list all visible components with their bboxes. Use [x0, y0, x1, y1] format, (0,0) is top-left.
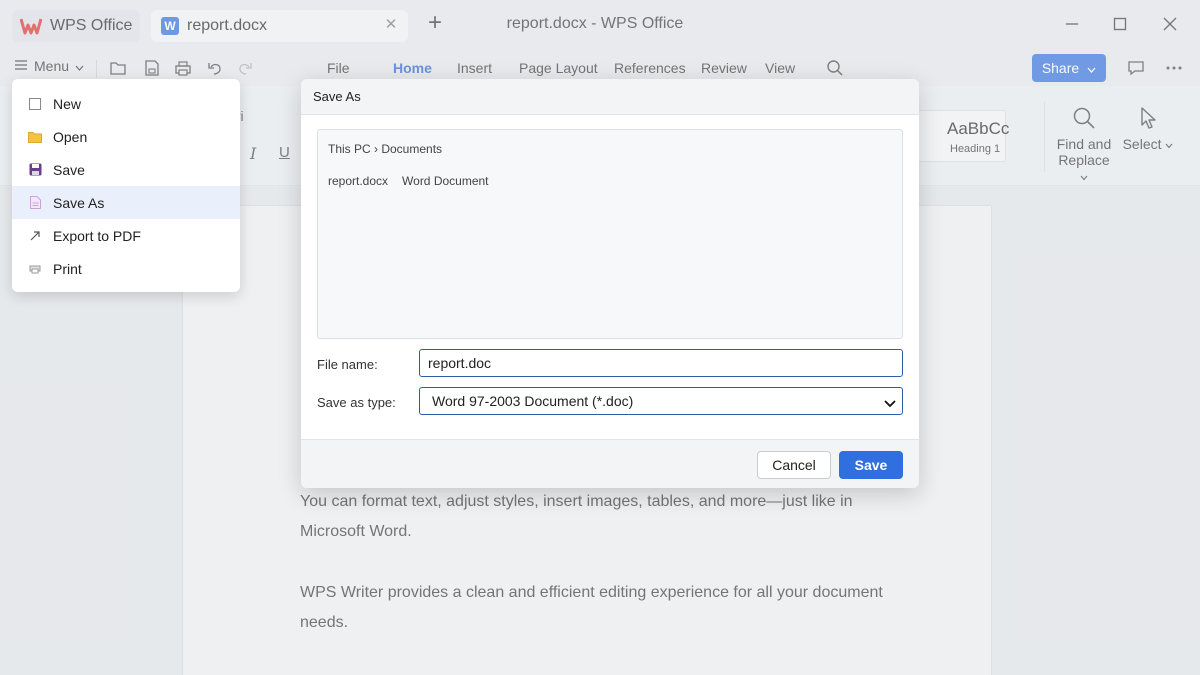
dialog-header[interactable]: Save As	[301, 79, 919, 115]
file-name-input[interactable]	[419, 349, 903, 377]
menu-item-label: Export to PDF	[53, 227, 141, 244]
folder-icon	[28, 130, 42, 144]
menu-item-open[interactable]: Open	[12, 120, 240, 153]
file-browser-panel[interactable]: This PC › Documents report.docx Word Doc…	[317, 129, 903, 339]
dialog-title: Save As	[313, 89, 361, 104]
file-name-cell: report.docx	[328, 174, 389, 188]
floppy-disk-icon	[28, 163, 42, 177]
menu-item-export-pdf[interactable]: Export to PDF	[12, 219, 240, 252]
save-as-dialog: Save As This PC › Documents report.docx …	[301, 79, 919, 488]
menu-item-save-as[interactable]: Save As	[12, 186, 240, 219]
location-breadcrumb[interactable]: This PC › Documents	[328, 142, 442, 156]
menu-item-print[interactable]: Print	[12, 252, 240, 285]
file-list-item[interactable]: report.docx Word Document	[328, 174, 489, 188]
save-button[interactable]: Save	[839, 451, 903, 479]
menu-item-label: New	[53, 95, 82, 112]
menu-item-label: Print	[53, 260, 82, 277]
menu-item-new[interactable]: New	[12, 87, 240, 120]
document-icon	[28, 196, 42, 210]
file-name-label: File name:	[317, 357, 378, 372]
blank-page-icon	[28, 97, 42, 111]
cancel-button[interactable]: Cancel	[757, 451, 831, 479]
chevron-down-icon	[884, 396, 896, 412]
file-type-cell: Word Document	[402, 174, 489, 188]
menu-item-label: Save As	[53, 194, 105, 211]
printer-icon	[28, 262, 42, 276]
save-type-label: Save as type:	[317, 395, 396, 410]
menu-item-label: Save	[53, 161, 85, 178]
menu-item-save[interactable]: Save	[12, 153, 240, 186]
dialog-footer: Cancel Save	[301, 439, 919, 488]
file-menu-dropdown: New Open Save Save As Export to PDF Prin…	[12, 79, 240, 292]
export-arrow-icon	[28, 229, 42, 243]
save-type-value: Word 97-2003 Document (*.doc)	[432, 393, 634, 409]
save-type-select[interactable]: Word 97-2003 Document (*.doc)	[419, 387, 903, 415]
menu-item-label: Open	[53, 128, 88, 145]
